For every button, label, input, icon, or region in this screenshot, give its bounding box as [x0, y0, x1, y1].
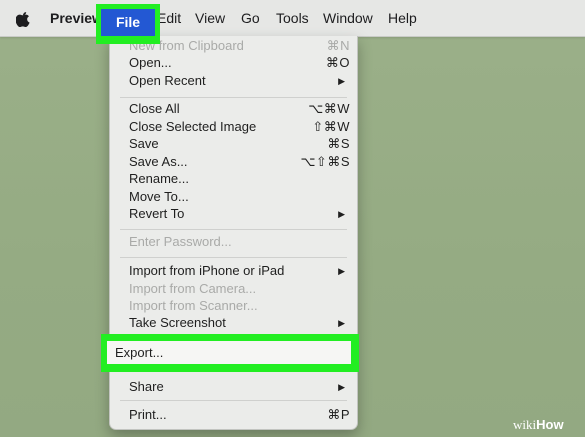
menu-window[interactable]: Window — [323, 0, 373, 36]
triangle-right-icon: ▶ — [338, 382, 345, 392]
menu-item-save[interactable]: Save ⌘S — [110, 135, 357, 153]
menu-item-label: Save — [129, 136, 159, 151]
menu-item-label: Take Screenshot — [129, 315, 226, 330]
wikihow-watermark: wikiHow — [513, 413, 564, 437]
watermark-part1: wiki — [513, 417, 537, 432]
menu-item-shortcut: ⌘P — [327, 407, 350, 422]
triangle-right-icon: ▶ — [338, 266, 345, 276]
menu-separator — [120, 400, 347, 401]
menu-item-import-scanner: Import from Scanner... — [110, 297, 357, 315]
menu-item-move-to[interactable]: Move To... — [110, 188, 357, 206]
menu-help[interactable]: Help — [388, 0, 417, 36]
menu-item-close-all[interactable]: Close All ⌥⌘W — [110, 100, 357, 118]
menu-item-label: Move To... — [129, 189, 189, 204]
menu-separator — [120, 229, 347, 230]
app-menu-preview[interactable]: Preview — [50, 0, 103, 36]
menu-item-label: Rename... — [129, 171, 189, 186]
menu-item-label: Print... — [129, 407, 167, 422]
menu-item-take-screenshot[interactable]: Take Screenshot ▶ — [110, 314, 357, 332]
menu-item-import-camera: Import from Camera... — [110, 280, 357, 298]
menu-tools[interactable]: Tools — [276, 0, 309, 36]
menu-item-label: Import from Scanner... — [129, 298, 258, 313]
menu-item-shortcut: ⌘N — [326, 38, 350, 53]
menu-item-label: Enter Password... — [129, 234, 232, 249]
menu-bar: Preview Edit View Go Tools Window Help — [0, 0, 585, 37]
menu-item-label: Revert To — [129, 206, 185, 221]
menu-item-shortcut: ⌘S — [327, 136, 350, 151]
menu-separator — [120, 257, 347, 258]
menu-separator — [120, 97, 347, 98]
menu-item-label: Close All — [129, 101, 180, 116]
menu-item-print[interactable]: Print... ⌘P — [110, 406, 357, 424]
menu-item-open-recent[interactable]: Open Recent ▶ — [110, 72, 357, 90]
menu-item-label: Open... — [129, 55, 172, 70]
menu-item-label: Export... — [115, 345, 164, 360]
menu-item-shortcut: ⌥⌘W — [308, 101, 350, 116]
menu-item-enter-password: Enter Password... — [110, 233, 357, 251]
triangle-right-icon: ▶ — [338, 209, 345, 219]
triangle-right-icon: ▶ — [338, 318, 345, 328]
menu-item-label: Open Recent — [129, 73, 206, 88]
watermark-part2: How — [536, 417, 564, 432]
menu-item-label: Share — [129, 379, 164, 394]
menu-item-shortcut: ⌥⇧⌘S — [300, 154, 350, 169]
menu-item-label: Import from Camera... — [129, 281, 257, 296]
menu-item-label: Save As... — [129, 154, 188, 169]
menu-item-label: Import from iPhone or iPad — [129, 263, 285, 278]
menu-edit[interactable]: Edit — [157, 0, 181, 36]
menu-item-export[interactable]: Export... — [107, 341, 351, 364]
menu-item-import-iphone-ipad[interactable]: Import from iPhone or iPad ▶ — [110, 262, 357, 280]
menu-item-share[interactable]: Share ▶ — [110, 378, 357, 396]
menu-item-save-as[interactable]: Save As... ⌥⇧⌘S — [110, 153, 357, 171]
menu-item-shortcut: ⇧⌘W — [312, 119, 350, 134]
menu-item-rename[interactable]: Rename... — [110, 170, 357, 188]
menu-item-shortcut: ⌘O — [325, 55, 350, 70]
apple-logo-icon[interactable] — [16, 11, 31, 27]
menu-item-close-selected-image[interactable]: Close Selected Image ⇧⌘W — [110, 118, 357, 136]
menu-view[interactable]: View — [195, 0, 225, 36]
menu-item-revert-to[interactable]: Revert To ▶ — [110, 205, 357, 223]
menu-item-open[interactable]: Open... ⌘O — [110, 54, 357, 72]
menu-file[interactable]: File — [101, 9, 155, 36]
triangle-right-icon: ▶ — [338, 76, 345, 86]
menu-go[interactable]: Go — [241, 0, 260, 36]
menu-item-label: Close Selected Image — [129, 119, 257, 134]
